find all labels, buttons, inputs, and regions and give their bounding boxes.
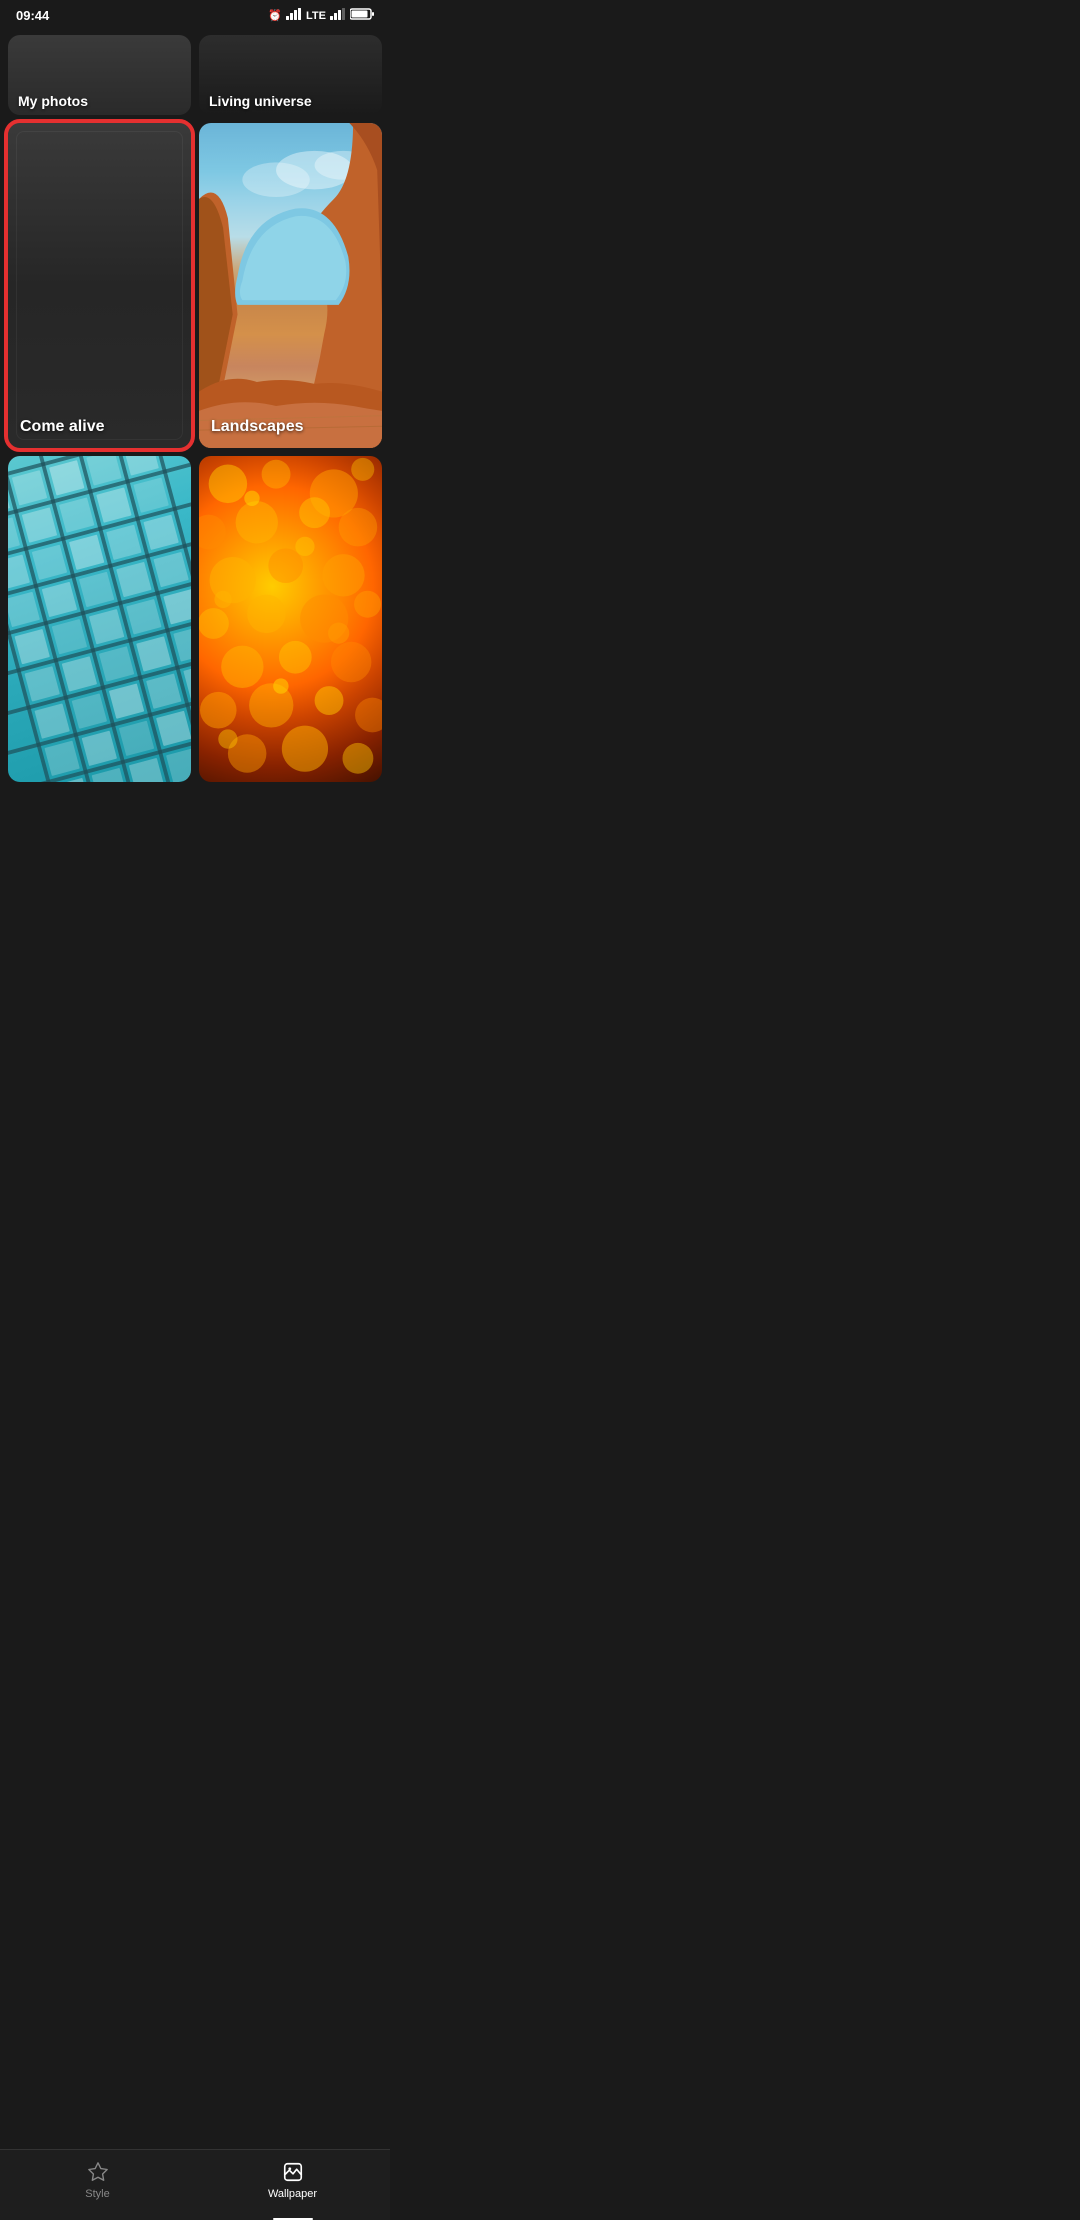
bottom-row: [8, 456, 382, 781]
style-label: Style: [85, 2188, 109, 2200]
category-living-universe-top[interactable]: Living universe: [199, 35, 382, 115]
middle-row: Come alive: [8, 123, 382, 448]
content-area: My photos Living universe Come alive: [0, 27, 390, 862]
my-photos-label: My photos: [18, 93, 88, 109]
category-bokeh[interactable]: [199, 456, 382, 781]
landscapes-label: Landscapes: [211, 418, 303, 436]
signal-icon: [286, 8, 302, 23]
battery-icon: [350, 8, 374, 23]
come-alive-label: Come alive: [20, 418, 104, 436]
top-row: My photos Living universe: [8, 35, 382, 115]
wallpaper-icon: [281, 2160, 305, 2184]
category-come-alive[interactable]: Come alive: [8, 123, 191, 448]
category-geometric[interactable]: [8, 456, 191, 781]
nav-style[interactable]: Style: [0, 2150, 195, 2220]
status-icons: ⏰ LTE: [268, 8, 374, 23]
status-bar: 09:44 ⏰ LTE: [0, 0, 390, 27]
bottom-navigation: Style Wallpaper: [0, 2149, 390, 2220]
living-universe-label: Living universe: [209, 93, 312, 109]
style-icon: [86, 2160, 110, 2184]
nav-wallpaper[interactable]: Wallpaper: [195, 2150, 390, 2220]
time-display: 09:44: [16, 8, 49, 23]
category-landscapes[interactable]: Landscapes: [199, 123, 382, 448]
signal-icon-2: [330, 8, 346, 23]
category-my-photos-top[interactable]: My photos: [8, 35, 191, 115]
network-type: LTE: [306, 10, 326, 22]
alarm-icon: ⏰: [268, 9, 282, 22]
wallpaper-label: Wallpaper: [268, 2188, 317, 2200]
